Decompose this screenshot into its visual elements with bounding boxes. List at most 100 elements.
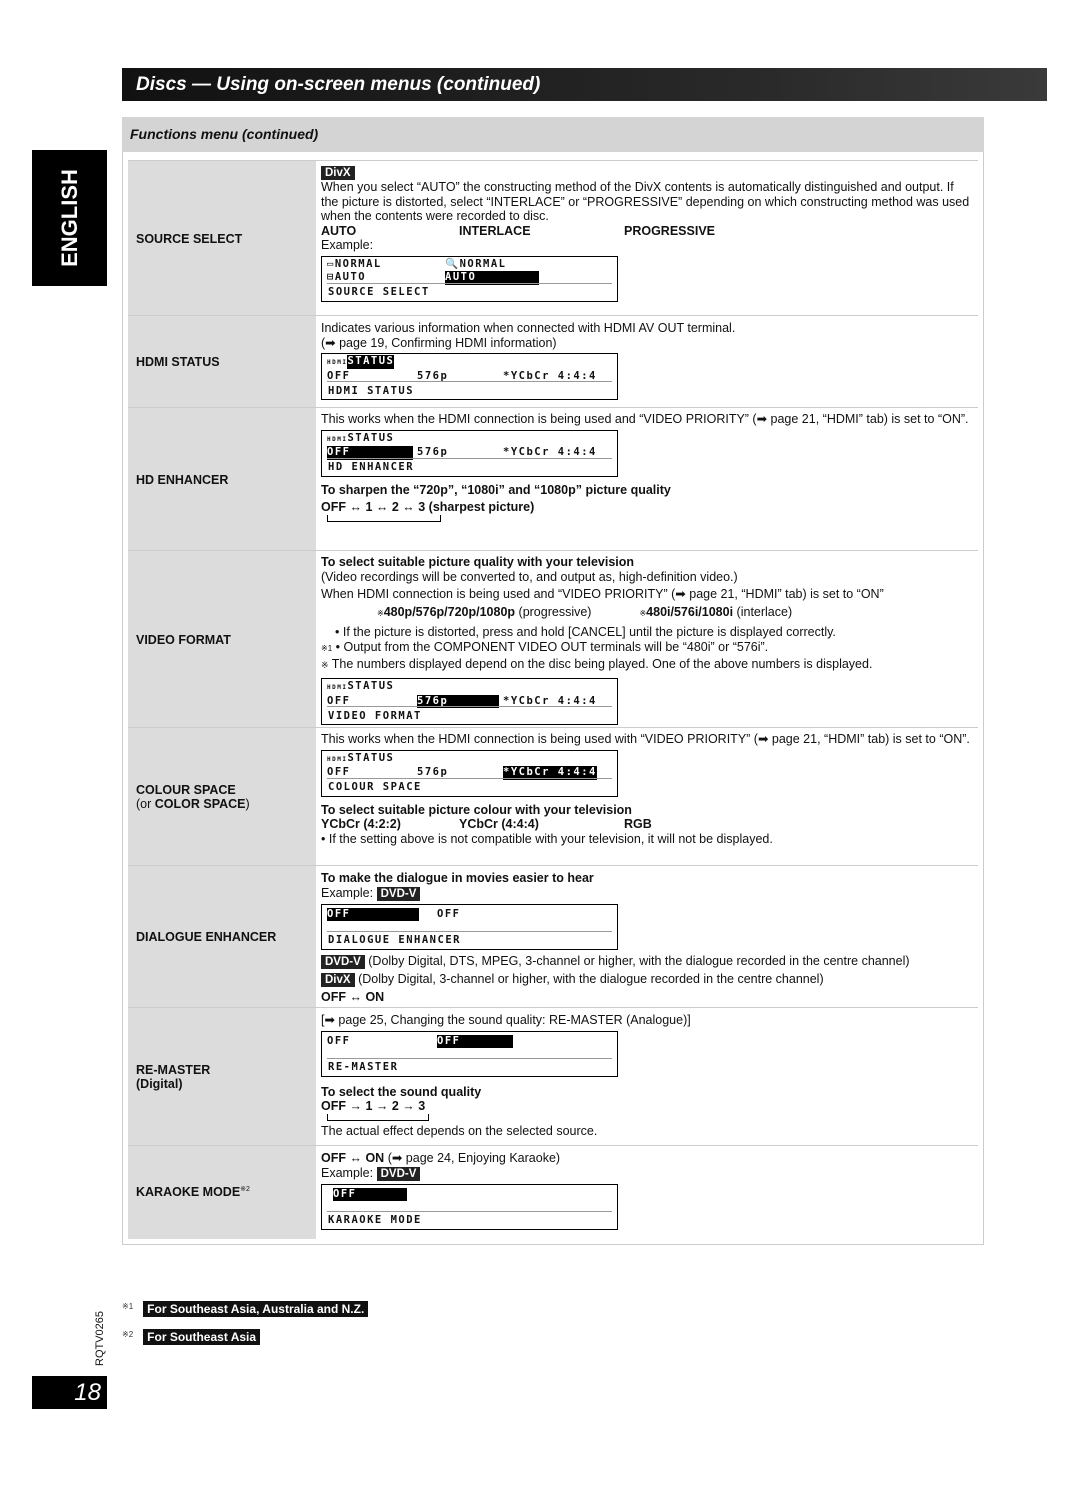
description: This works when the HDMI connection is b… (321, 412, 969, 426)
row-label: KARAOKE MODE※2 (128, 1146, 316, 1239)
manual-page: Discs — Using on-screen menus (continued… (0, 0, 1080, 1491)
option: PROGRESSIVE (624, 223, 715, 238)
osd-display: ▭NORMAL 🔍NORMAL ⊟AUTO AUTO SOURCE SELECT (321, 255, 618, 302)
page-reference: [➡ page 25, Changing the sound quality: … (321, 1013, 691, 1027)
page-reference: (➡ page 24, Enjoying Karaoke) (387, 1151, 561, 1165)
format-list: 480i/576i/1080i (646, 604, 734, 619)
osd-title: KARAOKE MODE (328, 1214, 422, 1227)
row-karaoke-mode: KARAOKE MODE※2 OFF ↔ ON (➡ page 24, Enjo… (128, 1145, 978, 1239)
label-text: ) (245, 797, 250, 811)
osd-title: VIDEO FORMAT (328, 709, 422, 722)
osd-text: *YCbCr 4:4:4 (503, 694, 597, 707)
option-cycle: OFF ↔ ON (321, 989, 385, 1004)
osd-selected: OFF (327, 907, 419, 922)
cycle-arrow (327, 514, 441, 522)
subheading: To select the sound quality (321, 1084, 482, 1099)
page-title: Discs — Using on-screen menus (continued… (122, 68, 1047, 101)
subheading: To select suitable picture quality with … (321, 555, 635, 569)
row-video-format: VIDEO FORMAT To select suitable picture … (128, 550, 978, 728)
dvd-v-badge: DVD-V (376, 1166, 421, 1181)
row-label: SOURCE SELECT (128, 161, 316, 316)
row-hd-enhancer: HD ENHANCER This works when the HDMI con… (128, 407, 978, 551)
footnote-mark: ※2 (240, 1186, 250, 1194)
osd-text: *YCbCr 4:4:4 (503, 446, 597, 459)
osd-display: HDMISTATUS OFF 576p *YCbCr 4:4:4 VIDEO FOR… (321, 678, 618, 726)
option: AUTO (321, 223, 357, 238)
row-label: DIALOGUE ENHANCER (128, 866, 316, 1008)
label-text: (or (136, 797, 155, 811)
subheading: To sharpen the “720p”, “1080i” and “1080… (321, 482, 671, 497)
row-label: COLOUR SPACE (or COLOR SPACE) (128, 728, 316, 866)
section-title: Functions menu (continued) (122, 117, 984, 152)
example-label: Example: (321, 238, 374, 253)
row-hdmi-status: HDMI STATUS Indicates various informatio… (128, 315, 978, 408)
osd-display: HDMISTATUS OFF 576p *YCbCr 4:4:4 HD ENHANC… (321, 429, 618, 477)
osd-selected: OFF (333, 1187, 407, 1202)
osd-text: ▭NORMAL (327, 257, 382, 270)
osd-title: DIALOGUE ENHANCER (328, 934, 461, 947)
label-text: (Digital) (136, 1077, 183, 1091)
option: RGB (624, 817, 652, 832)
option: YCbCr (4:4:4) (459, 817, 539, 832)
option-cycle: OFF ↔ ON (321, 1151, 385, 1165)
note: The actual effect depends on the selecte… (321, 1123, 598, 1138)
document-code: RQTV0265 (94, 1310, 106, 1366)
region-badge: For Southeast Asia, Australia and N.Z. (143, 1301, 369, 1317)
region-badge: For Southeast Asia (143, 1329, 261, 1345)
osd-title: COLOUR SPACE (328, 781, 422, 794)
osd-text: STATUS (347, 751, 395, 764)
description: When HDMI connection is being used and “… (321, 587, 884, 602)
row-source-select: SOURCE SELECT DivX When you select “AUTO… (128, 160, 978, 316)
row-label: RE-MASTER (Digital) (128, 1008, 316, 1146)
description: This works when the HDMI connection is b… (321, 732, 970, 746)
footnote: ※2 For Southeast Asia (122, 1329, 261, 1345)
divx-badge: DivX (321, 972, 355, 987)
osd-title: RE-MASTER (328, 1061, 399, 1074)
format-list: 480p/576p/720p/1080p (383, 604, 516, 619)
label-text: COLOUR SPACE (136, 783, 236, 797)
osd-title: SOURCE SELECT (328, 286, 430, 299)
row-colour-space: COLOUR SPACE (or COLOR SPACE) This works … (128, 727, 978, 866)
osd-text: OFF (327, 1034, 351, 1047)
label-text: COLOR SPACE (154, 797, 246, 811)
description: Indicates various information when conne… (321, 321, 736, 335)
note: • If the setting above is not compatible… (321, 831, 773, 846)
osd-display: OFF OFF RE-MASTER (321, 1030, 618, 1077)
osd-text: STATUS (347, 680, 395, 693)
osd-display: OFF KARAOKE MODE (321, 1183, 618, 1230)
row-label: HDMI STATUS (128, 316, 316, 408)
language-tab-label: ENGLISH (56, 169, 82, 267)
dvd-v-badge: DVD-V (376, 886, 421, 901)
label-text: KARAOKE MODE (136, 1185, 241, 1200)
description: When you select “AUTO” the constructing … (321, 180, 970, 224)
format-note: (progressive) (518, 604, 592, 619)
label-text: RE-MASTER (136, 1063, 211, 1077)
osd-selected: STATUS (347, 355, 395, 369)
osd-display: HDMISTATUS OFF 576p *YCbCr 4:4:4 HDMI STAT… (321, 353, 618, 401)
osd-selected: OFF (437, 1034, 513, 1049)
example-label: Example: (321, 885, 374, 900)
row-label: VIDEO FORMAT (128, 551, 316, 728)
description: (Video recordings will be converted to, … (321, 569, 738, 584)
footnote: ※1 For Southeast Asia, Australia and N.Z. (122, 1301, 369, 1317)
osd-text: *YCbCr 4:4:4 (503, 369, 597, 382)
osd-display: HDMISTATUS OFF 576p *YCbCr 4:4:4 COLOUR SP… (321, 749, 618, 797)
description: (Dolby Digital, 3-channel or higher, wit… (358, 971, 824, 986)
example-label: Example: (321, 1165, 374, 1180)
format-note: (interlace) (736, 604, 793, 619)
footnote-mark: ※2 (122, 1330, 134, 1339)
option: INTERLACE (459, 223, 531, 238)
subheading: To make the dialogue in movies easier to… (321, 871, 594, 885)
row-re-master: RE-MASTER (Digital) [➡ page 25, Changing … (128, 1007, 978, 1146)
osd-title: HDMI STATUS (328, 384, 415, 397)
bullet: • Output from the COMPONENT VIDEO OUT te… (335, 639, 769, 654)
osd-text: 🔍NORMAL (445, 257, 507, 270)
osd-title: HD ENHANCER (328, 461, 415, 474)
row-dialogue-enhancer: DIALOGUE ENHANCER To make the dialogue i… (128, 865, 978, 1008)
row-label: HD ENHANCER (128, 408, 316, 551)
dvd-v-badge: DVD-V (321, 954, 365, 969)
page-number: 18 (32, 1376, 107, 1409)
language-tab: ENGLISH (32, 150, 107, 286)
option-cycle: OFF → 1 → 2 → 3 (321, 1099, 426, 1114)
description: (Dolby Digital, DTS, MPEG, 3-channel or … (368, 953, 910, 968)
